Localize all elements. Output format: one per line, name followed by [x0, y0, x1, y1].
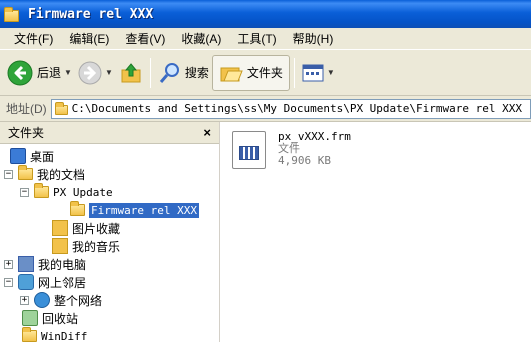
tree-item-entire-network[interactable]: + 整个网络 [20, 291, 102, 309]
address-bar: 地址(D) C:\Documents and Settings\ss\My Do… [0, 96, 531, 122]
file-name: px_vXXX.frm [278, 130, 351, 143]
tree-item-label: Firmware rel XXX [89, 202, 199, 218]
back-label: 后退 [37, 66, 62, 80]
tree-item-px-update[interactable]: − PX Update [20, 183, 113, 201]
views-button[interactable]: ▼ [299, 55, 338, 91]
tree-item-label: WinDiff [41, 329, 88, 342]
folders-panel-header: 文件夹 × [0, 122, 219, 144]
menu-tools[interactable]: 工具(T) [229, 30, 284, 47]
recycle-bin-icon [22, 310, 38, 326]
menu-favorites[interactable]: 收藏(A) [173, 30, 229, 47]
search-icon [159, 62, 179, 83]
back-arrow-icon [7, 60, 33, 85]
search-label: 搜索 [184, 66, 209, 80]
toolbar-separator [293, 57, 295, 88]
collapse-icon[interactable]: − [4, 277, 13, 287]
chevron-down-icon[interactable]: ▼ [327, 68, 335, 77]
file-icon [232, 131, 266, 169]
computer-icon [18, 256, 34, 272]
tree-item-label: 网上邻居 [38, 275, 87, 290]
file-list: px_vXXX.frm 文件 4,906 KB [221, 122, 531, 342]
title-bar: Firmware rel XXX [0, 0, 531, 28]
tree-item-my-computer[interactable]: + 我的电脑 [4, 255, 86, 273]
pictures-folder-icon [52, 220, 68, 236]
open-folder-icon [70, 201, 85, 216]
desktop-icon [10, 148, 26, 164]
menu-bar: 文件(F) 编辑(E) 查看(V) 收藏(A) 工具(T) 帮助(H) [0, 28, 531, 50]
menu-edit[interactable]: 编辑(E) [61, 30, 117, 47]
file-grid-graphic [239, 146, 259, 160]
chevron-down-icon[interactable]: ▼ [105, 68, 113, 77]
tree-item-label: 我的音乐 [72, 239, 121, 254]
folders-label: 文件夹 [246, 66, 283, 80]
chevron-down-icon[interactable]: ▼ [64, 68, 72, 77]
globe-icon [34, 292, 50, 308]
folder-icon [22, 327, 37, 342]
back-button[interactable]: 后退 ▼ [4, 55, 75, 91]
folders-panel-title: 文件夹 [8, 126, 45, 140]
tree-item-music[interactable]: 我的音乐 [52, 237, 120, 255]
tree-item-recycle-bin[interactable]: 回收站 [22, 309, 78, 327]
music-folder-icon [52, 238, 68, 254]
tree-item-label: 图片收藏 [72, 221, 121, 236]
window-title: Firmware rel XXX [28, 6, 154, 22]
tree-item-windiff[interactable]: WinDiff [22, 327, 87, 342]
tree-item-desktop[interactable]: 桌面 [10, 147, 54, 165]
collapse-icon[interactable]: − [4, 169, 13, 179]
tree-item-my-documents[interactable]: − 我的文档 [4, 165, 85, 183]
address-path: C:\Documents and Settings\ss\My Document… [71, 102, 523, 115]
forward-arrow-icon [78, 61, 102, 84]
menu-file[interactable]: 文件(F) [6, 30, 61, 47]
up-folder-icon [121, 62, 141, 82]
menu-view[interactable]: 查看(V) [117, 30, 173, 47]
file-details: px_vXXX.frm 文件 4,906 KB [278, 131, 351, 167]
views-icon [302, 64, 324, 81]
search-button[interactable]: 搜索 [155, 55, 212, 91]
close-icon[interactable]: × [203, 125, 211, 140]
file-size: 4,906 KB [278, 154, 331, 167]
tree-item-label: 我的电脑 [38, 257, 87, 272]
tree-item-label: 整个网络 [54, 293, 103, 308]
network-icon [18, 274, 34, 290]
tree-item-label: 桌面 [30, 149, 55, 164]
up-folder-button[interactable] [116, 55, 146, 91]
tree-item-network-places[interactable]: − 网上邻居 [4, 273, 86, 291]
documents-folder-icon [18, 165, 33, 180]
folder-icon [54, 102, 68, 115]
expand-icon[interactable]: + [20, 295, 29, 305]
folder-icon [4, 6, 19, 22]
folders-panel: 文件夹 × 桌面 − 我的文档 − PX Update Firmware rel… [0, 122, 220, 342]
toolbar-separator [149, 57, 151, 88]
address-label: 地址(D) [6, 102, 47, 116]
forward-button[interactable]: ▼ [75, 55, 116, 91]
toolbar: 后退 ▼ ▼ 搜索 文件夹 ▼ [0, 50, 531, 96]
expand-icon[interactable]: + [4, 259, 13, 269]
collapse-icon[interactable]: − [20, 187, 29, 197]
menu-help[interactable]: 帮助(H) [285, 30, 342, 47]
folders-button[interactable]: 文件夹 [211, 54, 290, 91]
tree-item-label: PX Update [53, 185, 113, 199]
tree-item-pictures[interactable]: 图片收藏 [52, 219, 120, 237]
address-field[interactable]: C:\Documents and Settings\ss\My Document… [50, 98, 531, 119]
folders-icon [220, 67, 243, 81]
tree-item-label: 回收站 [42, 311, 79, 326]
tree-item-firmware-rel-xxx[interactable]: Firmware rel XXX [70, 201, 199, 219]
folder-icon [34, 183, 49, 198]
tree-item-label: 我的文档 [37, 167, 86, 182]
